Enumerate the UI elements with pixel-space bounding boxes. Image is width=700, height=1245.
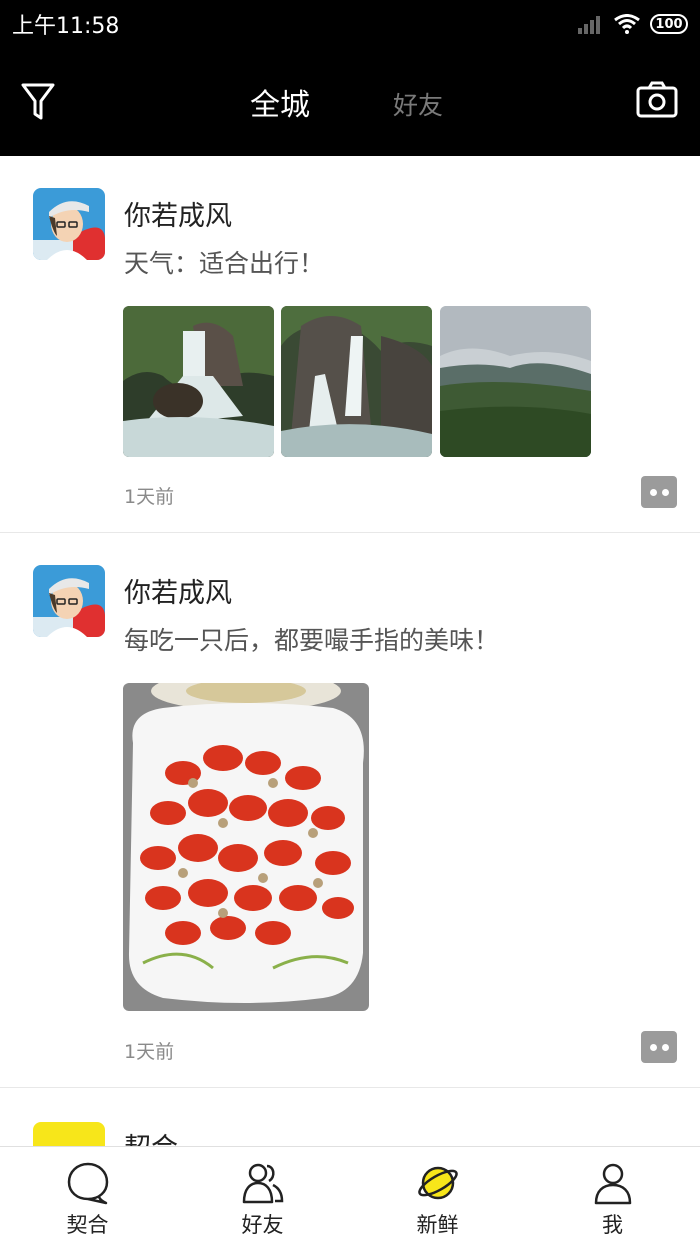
- post-time: 1天前: [124, 486, 175, 508]
- post-card[interactable]: 你若成风 天气：适合出行！ 1天前: [0, 156, 700, 533]
- nav-item-fresh[interactable]: 新鲜: [350, 1147, 525, 1245]
- avatar[interactable]: [33, 565, 105, 637]
- post-time: 1天前: [124, 1041, 175, 1063]
- signal-icon: [578, 16, 600, 34]
- status-bar: 上午11:58 100: [0, 0, 700, 48]
- nav-item-me[interactable]: 我: [525, 1147, 700, 1245]
- post-photo[interactable]: [123, 306, 274, 457]
- tab-all-city[interactable]: 全城: [250, 80, 310, 124]
- nav-label: 好友: [241, 1213, 284, 1237]
- person-icon: [594, 1163, 631, 1205]
- filter-icon[interactable]: [20, 82, 56, 122]
- post-photo[interactable]: [123, 683, 369, 1011]
- battery-level: 100: [655, 16, 683, 32]
- post-photo[interactable]: [281, 306, 432, 457]
- comment-icon[interactable]: [641, 476, 677, 508]
- camera-icon[interactable]: [636, 80, 678, 120]
- wifi-icon: [614, 14, 640, 34]
- friends-icon: [242, 1163, 283, 1204]
- post-photo[interactable]: [440, 306, 591, 457]
- status-icons: 100: [578, 12, 688, 36]
- battery-icon: 100: [650, 14, 688, 34]
- post-card[interactable]: 你若成风 每吃一只后，都要嘬手指的美味！ 1天前: [0, 533, 700, 1088]
- tab-friends[interactable]: 好友: [393, 86, 443, 122]
- avatar[interactable]: [33, 188, 105, 260]
- status-time: 上午11:58: [12, 14, 120, 39]
- nav-label: 我: [602, 1213, 623, 1237]
- planet-icon: [417, 1166, 458, 1200]
- post-author[interactable]: 你若成风: [124, 571, 232, 610]
- post-text: 天气：适合出行！: [124, 249, 325, 278]
- post-text: 每吃一只后，都要嘬手指的美味！: [124, 626, 500, 655]
- top-header: 全城 好友: [0, 48, 700, 156]
- bottom-nav: 契合 好友 新鲜 我: [0, 1146, 700, 1245]
- feed: 你若成风 天气：适合出行！ 1天前 你若成风 每吃一只后，都要嘬手指的美味！ 1…: [0, 156, 700, 1194]
- post-author[interactable]: 你若成风: [124, 194, 232, 233]
- nav-item-match[interactable]: 契合: [0, 1147, 175, 1245]
- chat-bubble-icon: [67, 1162, 108, 1205]
- nav-label: 新鲜: [416, 1213, 459, 1237]
- nav-label: 契合: [66, 1213, 109, 1237]
- comment-icon[interactable]: [641, 1031, 677, 1063]
- nav-item-friends[interactable]: 好友: [175, 1147, 350, 1245]
